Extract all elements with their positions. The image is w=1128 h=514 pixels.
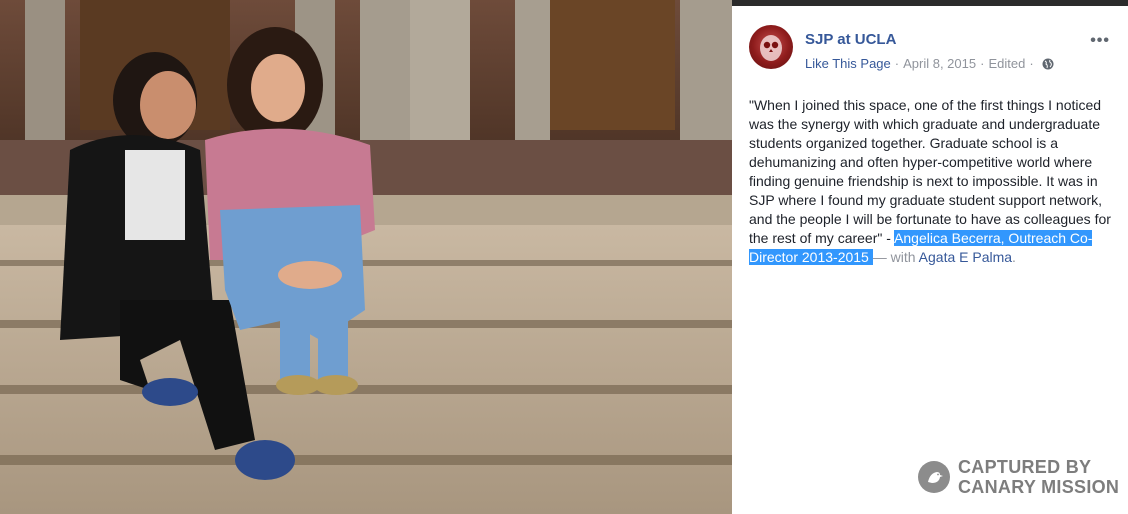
watermark-line-2: CANARY MISSION	[958, 477, 1120, 497]
post-date[interactable]: April 8, 2015	[903, 56, 976, 71]
meta-separator: ·	[980, 56, 985, 71]
watermark: CAPTURED BY CANARY MISSION	[918, 457, 1119, 497]
post-quote: "When I joined this space, one of the fi…	[749, 97, 1111, 246]
post-photo[interactable]	[0, 0, 732, 514]
with-prefix: — with	[872, 249, 919, 265]
meta-separator: ·	[894, 56, 900, 71]
edited-label[interactable]: Edited	[988, 56, 1025, 71]
with-suffix: .	[1012, 249, 1016, 265]
post-meta: Like This Page · April 8, 2015 · Edited …	[805, 56, 1054, 71]
with-tag-text: — with Agata E Palma.	[873, 249, 1016, 265]
more-options-button[interactable]: •••	[1090, 32, 1110, 50]
watermark-text: CAPTURED BY CANARY MISSION	[958, 457, 1119, 497]
canary-bird-icon	[918, 461, 950, 493]
watermark-line-1: CAPTURED BY	[958, 457, 1092, 477]
post-body: "When I joined this space, one of the fi…	[749, 96, 1114, 267]
page-name-link[interactable]: SJP at UCLA	[805, 31, 896, 48]
owl-logo-icon	[760, 35, 782, 61]
like-page-link[interactable]: Like This Page	[805, 56, 891, 71]
tagged-person-link[interactable]: Agata E Palma	[919, 249, 1012, 265]
meta-separator: ·	[1029, 56, 1034, 71]
post-panel: SJP at UCLA Like This Page · April 8, 20…	[732, 0, 1128, 514]
globe-icon[interactable]	[1042, 58, 1054, 70]
page-avatar[interactable]	[749, 25, 793, 69]
